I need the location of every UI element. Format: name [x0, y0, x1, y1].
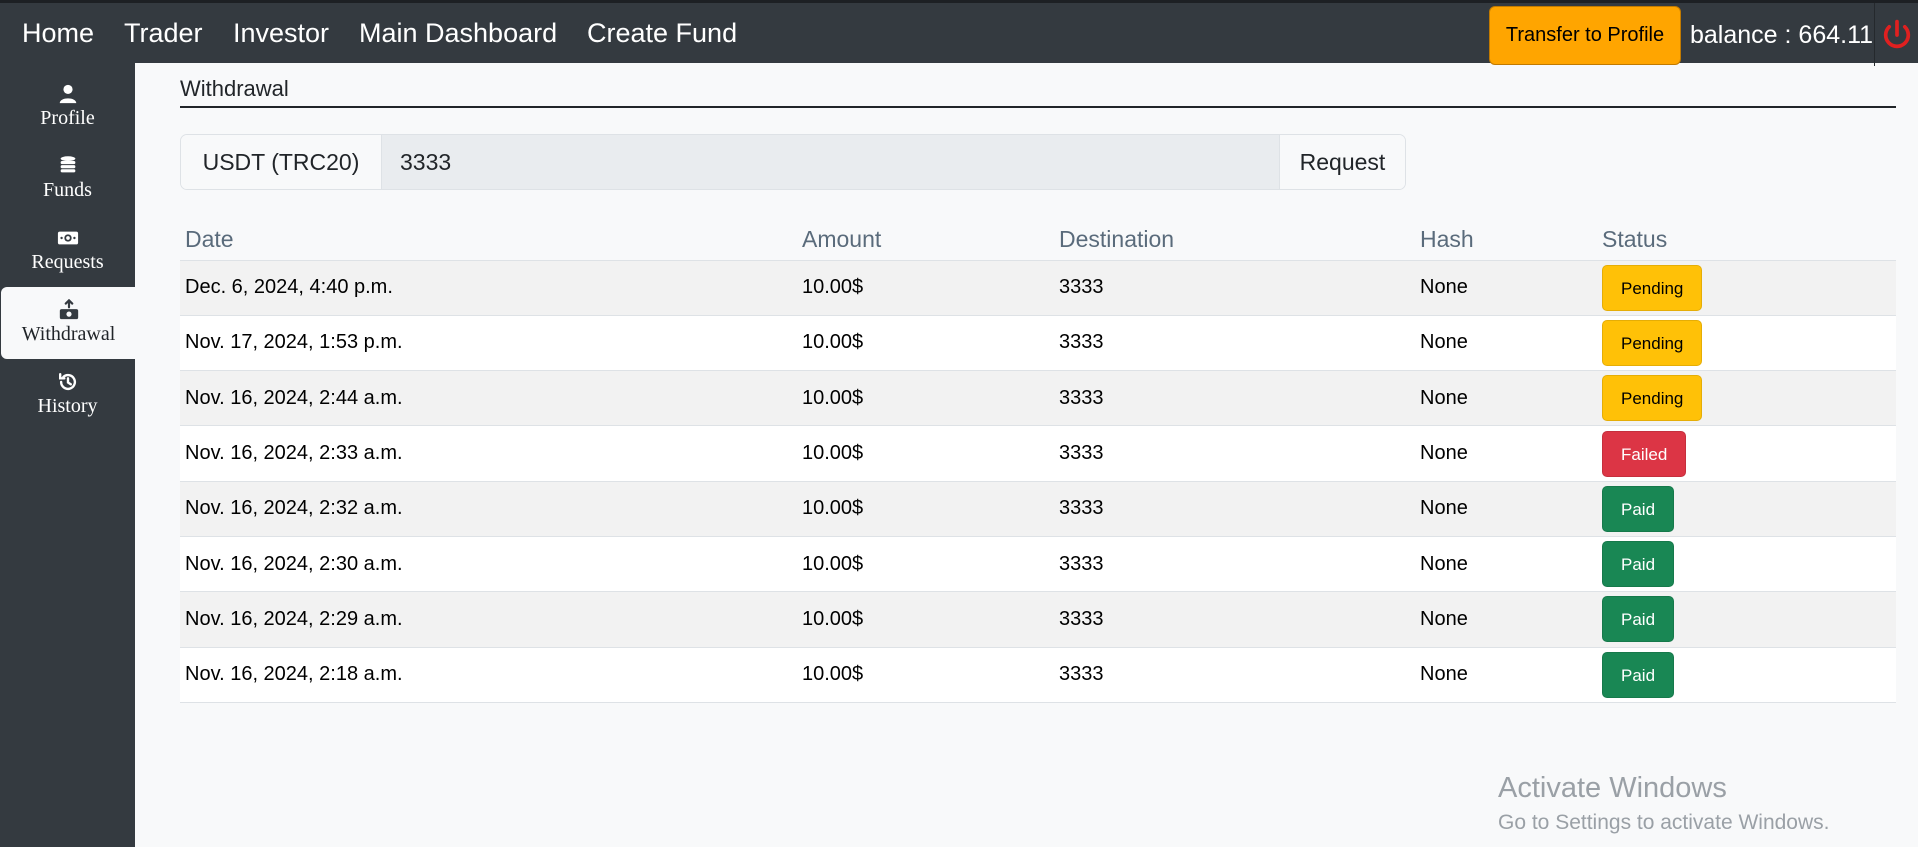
table-header-row: Date Amount Destination Hash Status	[180, 219, 1896, 261]
nav-link-main-dashboard[interactable]: Main Dashboard	[359, 18, 557, 49]
withdraw-amount-input[interactable]	[382, 135, 1279, 189]
cell-status: Paid	[1597, 591, 1896, 648]
cell-status: Pending	[1597, 315, 1896, 372]
user-icon	[59, 84, 76, 104]
nav-link-trader[interactable]: Trader	[124, 18, 203, 49]
cell-destination: 3333	[1054, 370, 1415, 427]
table-row: Dec. 6, 2024, 4:40 p.m. 10.00$ 3333 None…	[180, 260, 1896, 316]
table-row: Nov. 16, 2024, 2:44 a.m. 10.00$ 3333 Non…	[180, 370, 1896, 427]
cell-hash: None	[1415, 536, 1597, 593]
balance-display: balance : 664.11	[1690, 21, 1874, 49]
sidebar-item-label: Funds	[43, 179, 92, 201]
sidebar-item-withdrawal[interactable]: Withdrawal	[1, 287, 136, 359]
withdraw-request-form: USDT (TRC20) Request	[180, 134, 1406, 190]
activate-windows-watermark: Activate Windows Go to Settings to activ…	[1498, 772, 1830, 835]
nav-link-create-fund[interactable]: Create Fund	[587, 18, 737, 49]
cell-hash: None	[1415, 481, 1597, 537]
table-row: Nov. 16, 2024, 2:29 a.m. 10.00$ 3333 Non…	[180, 591, 1896, 648]
title-divider	[180, 106, 1896, 108]
cell-status: Paid	[1597, 647, 1896, 703]
cell-date: Nov. 16, 2024, 2:18 a.m.	[180, 647, 797, 703]
table-row: Nov. 17, 2024, 1:53 p.m. 10.00$ 3333 Non…	[180, 315, 1896, 372]
header-hash: Hash	[1415, 219, 1597, 261]
cell-destination: 3333	[1054, 481, 1415, 537]
page-title: Withdrawal	[180, 76, 289, 101]
status-badge: Paid	[1602, 651, 1675, 698]
sidebar-item-requests[interactable]: Requests	[0, 215, 135, 287]
power-icon	[1883, 19, 1910, 48]
transfer-to-profile-button[interactable]: Transfer to Profile	[1489, 6, 1681, 65]
nav-link-home[interactable]: Home	[22, 18, 94, 49]
sidebar: Profile Funds Requests Withdrawal Histor…	[0, 63, 136, 847]
currency-label: USDT (TRC20)	[181, 135, 382, 189]
sidebar-item-label: Withdrawal	[21, 323, 116, 345]
cell-date: Nov. 16, 2024, 2:29 a.m.	[180, 591, 797, 648]
cell-amount: 10.00$	[797, 370, 1054, 427]
cell-hash: None	[1415, 425, 1597, 482]
top-navbar: Home Trader Investor Main Dashboard Crea…	[0, 0, 1918, 66]
cell-hash: None	[1415, 315, 1597, 372]
cell-date: Nov. 16, 2024, 2:33 a.m.	[180, 425, 797, 482]
request-button[interactable]: Request	[1279, 135, 1405, 189]
cell-amount: 10.00$	[797, 647, 1054, 703]
cell-status: Failed	[1597, 425, 1896, 482]
sidebar-item-funds[interactable]: Funds	[0, 143, 135, 215]
cell-status: Pending	[1597, 260, 1896, 316]
cell-hash: None	[1415, 647, 1597, 703]
sidebar-item-profile[interactable]: Profile	[0, 71, 135, 143]
header-date: Date	[180, 219, 797, 261]
cell-destination: 3333	[1054, 425, 1415, 482]
table-row: Nov. 16, 2024, 2:33 a.m. 10.00$ 3333 Non…	[180, 425, 1896, 482]
money-bill-icon	[57, 231, 78, 245]
cell-amount: 10.00$	[797, 425, 1054, 482]
status-badge: Pending	[1602, 319, 1703, 366]
cell-status: Paid	[1597, 481, 1896, 537]
header-destination: Destination	[1054, 219, 1415, 261]
cell-status: Paid	[1597, 536, 1896, 593]
status-badge: Paid	[1602, 596, 1675, 643]
table-row: Nov. 16, 2024, 2:18 a.m. 10.00$ 3333 Non…	[180, 647, 1896, 703]
cell-hash: None	[1415, 591, 1597, 648]
cell-date: Dec. 6, 2024, 4:40 p.m.	[180, 260, 797, 316]
status-badge: Paid	[1602, 541, 1675, 588]
cell-date: Nov. 16, 2024, 2:30 a.m.	[180, 536, 797, 593]
cell-amount: 10.00$	[797, 591, 1054, 648]
watermark-subtitle: Go to Settings to activate Windows.	[1498, 811, 1830, 834]
sidebar-item-history[interactable]: History	[0, 359, 135, 431]
withdrawal-table: Date Amount Destination Hash Status Dec.…	[180, 219, 1896, 703]
sidebar-item-label: Profile	[40, 107, 95, 129]
coins-icon	[60, 156, 75, 173]
cell-amount: 10.00$	[797, 481, 1054, 537]
cell-date: Nov. 17, 2024, 1:53 p.m.	[180, 315, 797, 372]
cell-destination: 3333	[1054, 260, 1415, 316]
cell-status: Pending	[1597, 370, 1896, 427]
logout-button[interactable]	[1874, 3, 1918, 66]
cell-destination: 3333	[1054, 315, 1415, 372]
cell-hash: None	[1415, 370, 1597, 427]
table-row: Nov. 16, 2024, 2:32 a.m. 10.00$ 3333 Non…	[180, 481, 1896, 537]
header-amount: Amount	[797, 219, 1054, 261]
header-status: Status	[1597, 219, 1896, 261]
watermark-title: Activate Windows	[1498, 772, 1727, 804]
status-badge: Pending	[1602, 375, 1703, 422]
cell-amount: 10.00$	[797, 260, 1054, 316]
cell-date: Nov. 16, 2024, 2:44 a.m.	[180, 370, 797, 427]
cell-amount: 10.00$	[797, 315, 1054, 372]
status-badge: Failed	[1602, 430, 1687, 477]
cell-destination: 3333	[1054, 536, 1415, 593]
cell-amount: 10.00$	[797, 536, 1054, 593]
cell-date: Nov. 16, 2024, 2:32 a.m.	[180, 481, 797, 537]
cell-destination: 3333	[1054, 591, 1415, 648]
nav-link-investor[interactable]: Investor	[233, 18, 329, 49]
sidebar-item-label: History	[37, 395, 98, 417]
status-badge: Pending	[1602, 264, 1703, 311]
withdraw-icon	[59, 299, 78, 320]
history-icon	[58, 373, 76, 391]
cell-destination: 3333	[1054, 647, 1415, 703]
cell-hash: None	[1415, 260, 1597, 316]
status-badge: Paid	[1602, 485, 1675, 532]
table-row: Nov. 16, 2024, 2:30 a.m. 10.00$ 3333 Non…	[180, 536, 1896, 593]
sidebar-item-label: Requests	[31, 251, 104, 273]
